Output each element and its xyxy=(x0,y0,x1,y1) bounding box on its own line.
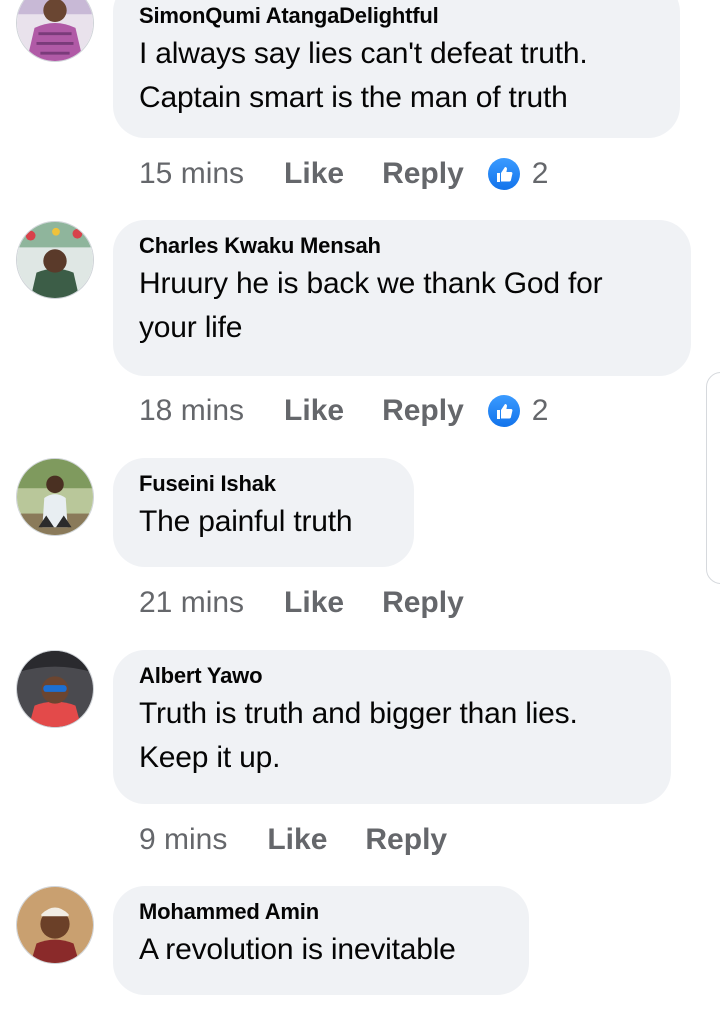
comment-bubble: Albert Yawo Truth is truth and bigger th… xyxy=(113,650,671,804)
comment-actions: 9 mins Like Reply xyxy=(139,818,485,862)
comment-time[interactable]: 18 mins xyxy=(139,394,244,428)
reaction-count[interactable]: 2 xyxy=(532,157,549,191)
like-button[interactable]: Like xyxy=(284,157,344,191)
reply-button[interactable]: Reply xyxy=(382,157,464,191)
reply-button[interactable]: Reply xyxy=(382,586,464,620)
reply-button[interactable]: Reply xyxy=(382,394,464,428)
comment-text: I always say lies can't defeat truth. Ca… xyxy=(139,37,588,114)
comment-author[interactable]: Albert Yawo xyxy=(139,662,645,690)
side-panel-edge[interactable] xyxy=(706,372,720,584)
like-button[interactable]: Like xyxy=(284,586,344,620)
comment-text: Truth is truth and bigger than lies. Kee… xyxy=(139,697,578,774)
comment-time[interactable]: 9 mins xyxy=(139,823,227,857)
comment-bubble: Fuseini Ishak The painful truth xyxy=(113,458,414,567)
comment-bubble: Charles Kwaku Mensah Hruury he is back w… xyxy=(113,220,691,376)
avatar[interactable] xyxy=(16,0,94,62)
comment-author[interactable]: SimonQumi AtangaDelightful xyxy=(139,2,654,30)
comment-author[interactable]: Charles Kwaku Mensah xyxy=(139,232,665,260)
comments-thread: SimonQumi AtangaDelightful I always say … xyxy=(0,0,720,1015)
reply-button[interactable]: Reply xyxy=(365,823,447,857)
avatar[interactable] xyxy=(16,221,94,299)
like-button[interactable]: Like xyxy=(267,823,327,857)
like-icon[interactable] xyxy=(487,395,520,427)
comment-actions: 18 mins Like Reply 2 xyxy=(139,389,548,433)
comment-text: Hruury he is back we thank God for your … xyxy=(139,267,603,344)
comment-text: A revolution is inevitable xyxy=(139,933,456,966)
comment-author[interactable]: Mohammed Amin xyxy=(139,898,503,926)
comment-bubble: Mohammed Amin A revolution is inevitable xyxy=(113,886,529,995)
comment-author[interactable]: Fuseini Ishak xyxy=(139,470,388,498)
comment-text: The painful truth xyxy=(139,505,353,538)
avatar[interactable] xyxy=(16,886,94,964)
comment-time[interactable]: 15 mins xyxy=(139,157,244,191)
like-icon[interactable] xyxy=(487,158,520,190)
comment-time[interactable]: 21 mins xyxy=(139,586,244,620)
avatar[interactable] xyxy=(16,458,94,536)
like-button[interactable]: Like xyxy=(284,394,344,428)
avatar[interactable] xyxy=(16,650,94,728)
comment-bubble: SimonQumi AtangaDelightful I always say … xyxy=(113,0,680,138)
comment-actions: 21 mins Like Reply xyxy=(139,581,502,625)
comment-actions: 15 mins Like Reply 2 xyxy=(139,152,548,196)
reaction-count[interactable]: 2 xyxy=(532,394,549,428)
